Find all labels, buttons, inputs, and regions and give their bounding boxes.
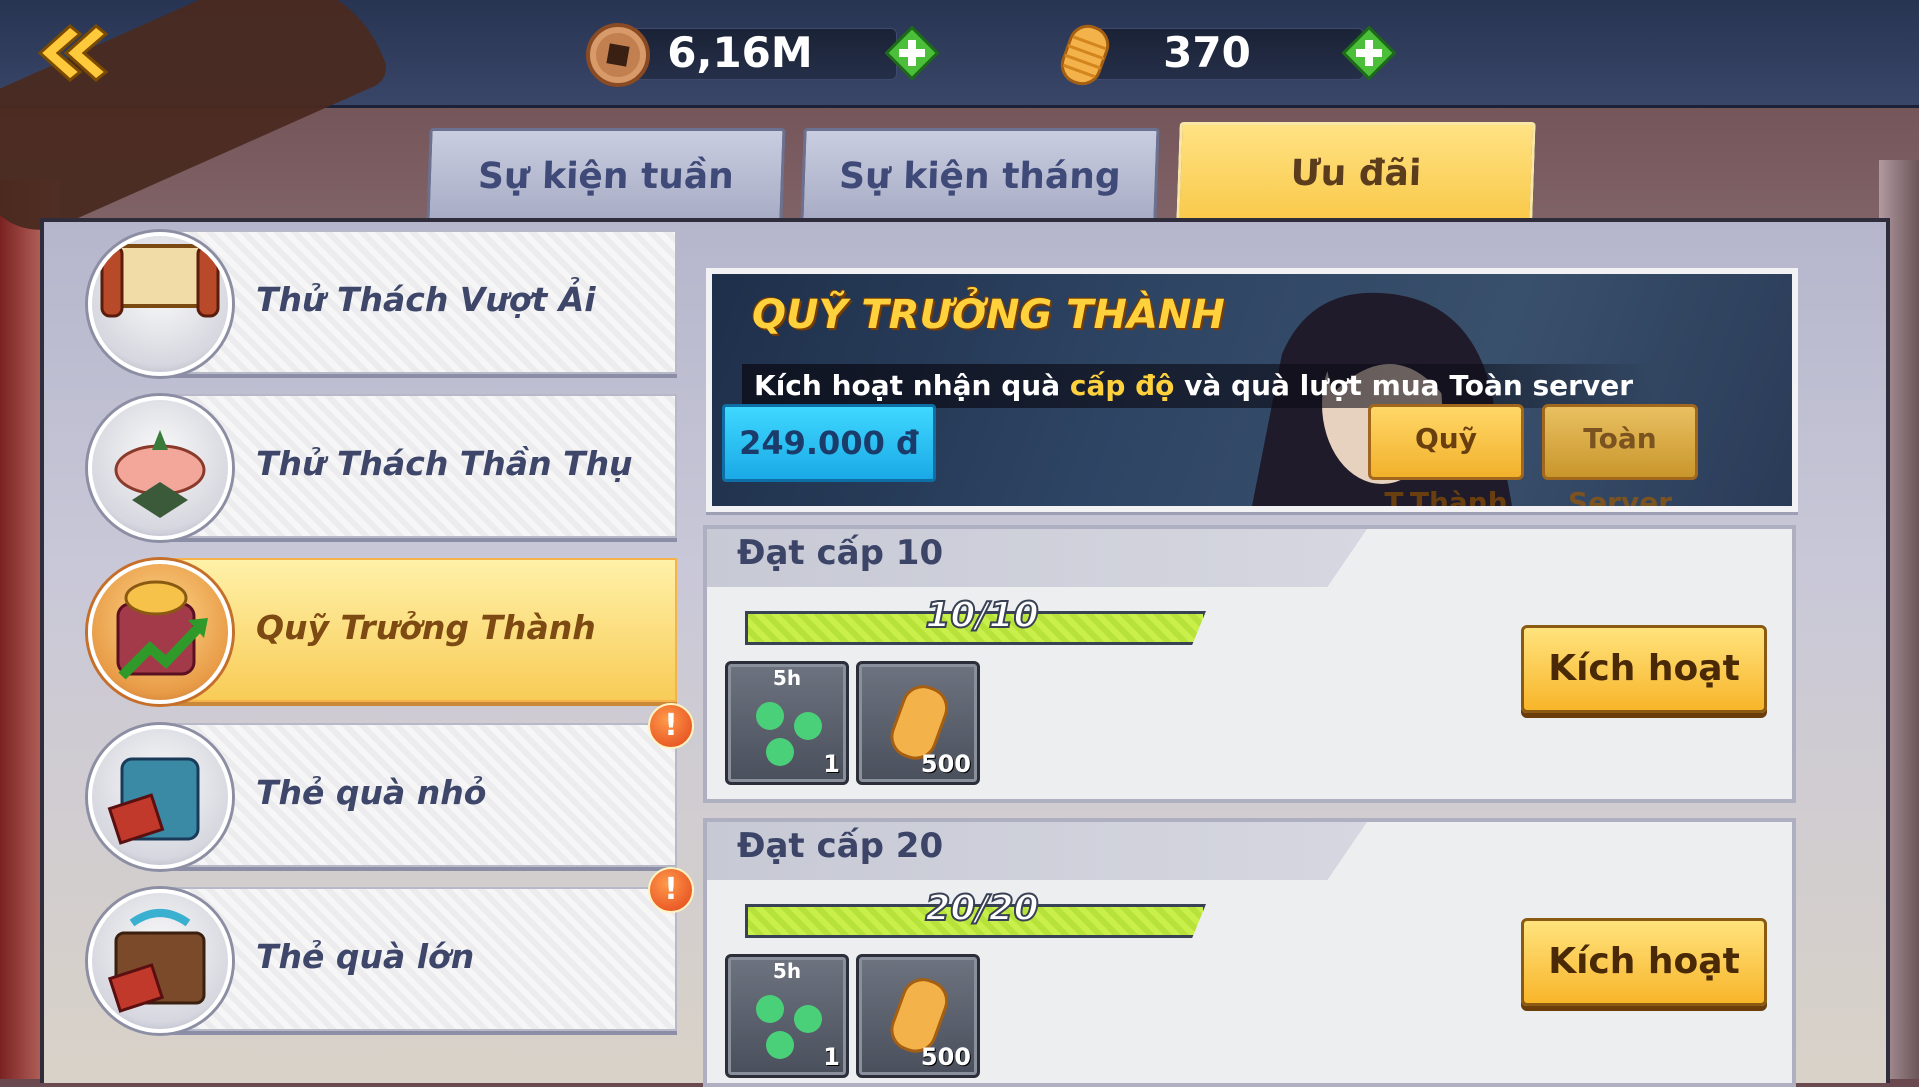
banner-subtitle: Kích hoạt nhận quà cấp độ và quà lượt mu… (742, 364, 1654, 408)
item-count: 500 (920, 1043, 971, 1071)
menu-label: Thử Thách Thần Thụ (256, 444, 633, 483)
double-chevron-left-icon (37, 24, 109, 82)
sacred-tree-icon (88, 396, 232, 540)
banner-subtitle-part: và quà lượt mua Toàn server (1174, 369, 1634, 402)
menu-item-small-gift-card[interactable]: Thẻ quà nhỏ (88, 723, 677, 869)
server-wide-button[interactable]: Toàn Server (1542, 404, 1698, 506)
reward-item[interactable]: 500 (856, 661, 980, 785)
small-gift-card-alert-badge: ! (648, 703, 694, 749)
price-value: 249.000 đ (739, 424, 919, 462)
reward-item[interactable]: 5h 1 (725, 661, 849, 785)
menu-label: Thẻ quà nhỏ (256, 773, 487, 812)
level-title: Đạt cấp 20 (737, 826, 944, 866)
scroll-icon (88, 232, 232, 376)
gold-resource: 370 (1052, 22, 1422, 86)
gold-value: 370 (1163, 28, 1251, 77)
menu-label: Quỹ Trưởng Thành (256, 608, 596, 647)
menu-item-large-gift-card[interactable]: Thẻ quà lớn (88, 887, 677, 1033)
activate-button[interactable]: Kích hoạt (1521, 918, 1767, 1006)
banner-subtitle-highlight: cấp độ (1069, 369, 1175, 402)
add-gold-button[interactable] (1342, 26, 1396, 80)
add-copper-button[interactable] (885, 26, 939, 80)
large-gift-card-alert-badge: ! (648, 867, 694, 913)
level-reward-card: Đạt cấp 10 10/10 5h 1 500 Kích hoạt (703, 525, 1796, 803)
reward-item[interactable]: 500 (856, 954, 980, 1078)
menu-label: Thử Thách Vượt Ải (256, 280, 596, 319)
growth-fund-banner: QUỸ TRƯỞNG THÀNH Kích hoạt nhận quà cấp … (706, 268, 1798, 512)
level-title: Đạt cấp 10 (737, 533, 944, 573)
item-time: 5h (772, 959, 802, 983)
menu-item-pass-challenge[interactable]: Thử Thách Vượt Ải (88, 230, 677, 376)
activate-button[interactable]: Kích hoạt (1521, 625, 1767, 713)
level-progress-text: 10/10 (924, 594, 1039, 637)
tab-offers[interactable]: Ưu đãi (1176, 122, 1536, 221)
back-button[interactable] (30, 18, 110, 88)
tab-monthly-events[interactable]: Sự kiện tháng (800, 128, 1160, 221)
menu-item-sacred-tree-challenge[interactable]: Thử Thách Thần Thụ (88, 394, 677, 540)
item-count: 500 (920, 750, 971, 778)
growth-fund-button[interactable]: Quỹ T.Thành (1368, 404, 1524, 506)
item-count: 1 (823, 750, 840, 778)
banner-subtitle-part: Kích hoạt nhận quà (754, 369, 1070, 402)
growth-fund-icon (88, 560, 232, 704)
item-time: 5h (772, 666, 802, 690)
item-count: 1 (823, 1043, 840, 1071)
copper-coin-icon (586, 23, 650, 87)
price-button[interactable]: 249.000 đ (722, 404, 936, 482)
banner-title: QUỸ TRƯỞNG THÀNH (752, 292, 1225, 338)
tab-weekly-events[interactable]: Sự kiện tuần (426, 128, 786, 221)
menu-label: Thẻ quà lớn (256, 937, 475, 976)
large-gift-card-icon (88, 889, 232, 1033)
copper-resource: 6,16M (585, 22, 955, 87)
gold-ingot-icon (1060, 24, 1110, 86)
copper-value: 6,16M (667, 28, 813, 77)
menu-item-growth-fund[interactable]: Quỹ Trưởng Thành (88, 558, 677, 704)
small-gift-card-icon (88, 725, 232, 869)
reward-item[interactable]: 5h 1 (725, 954, 849, 1078)
level-progress-text: 20/20 (924, 887, 1039, 930)
level-reward-card: Đạt cấp 20 20/20 5h 1 500 Kích hoạt (703, 818, 1796, 1087)
